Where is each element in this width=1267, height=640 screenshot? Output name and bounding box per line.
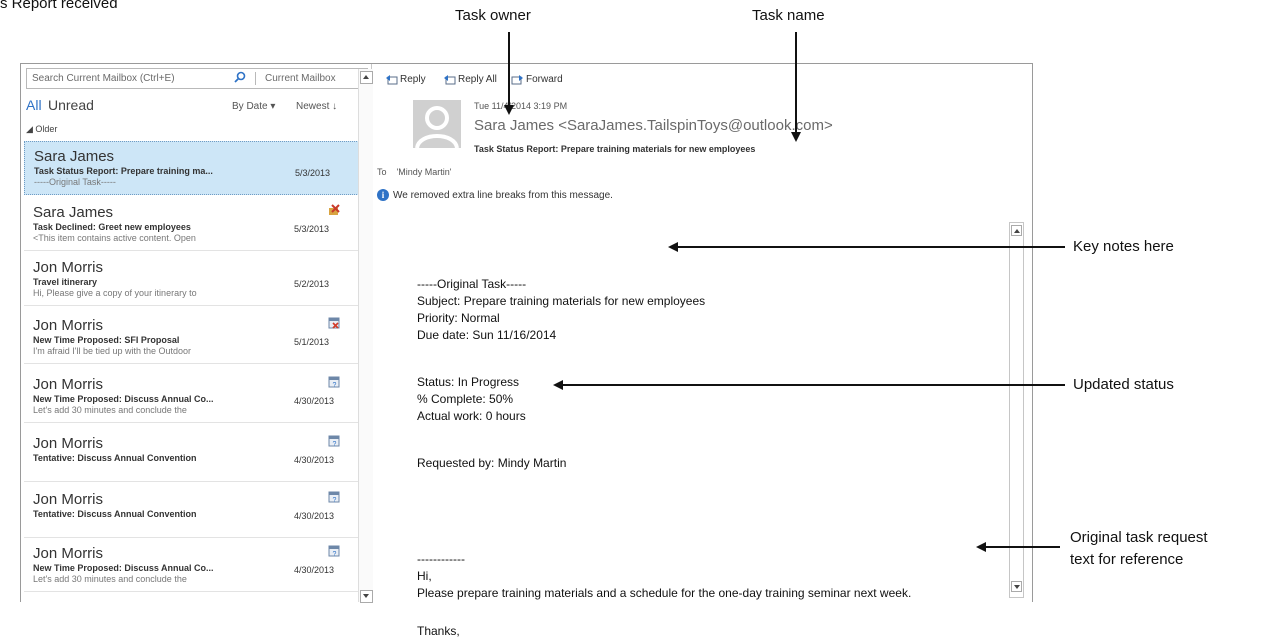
- body-line: Thanks,: [417, 624, 460, 638]
- annotation-arrows: [504, 32, 1065, 552]
